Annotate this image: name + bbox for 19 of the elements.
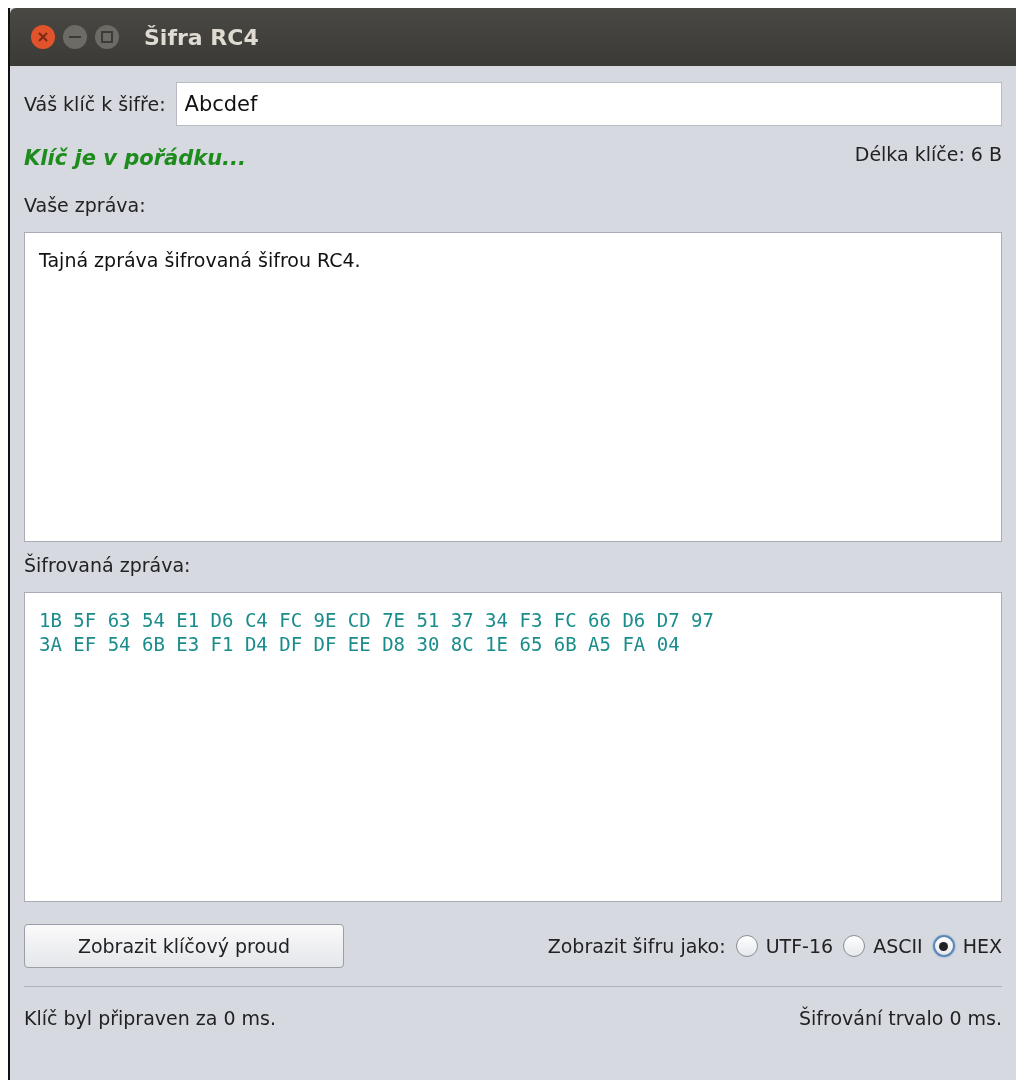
key-label: Váš klíč k šifře: [24,93,166,115]
show-keystream-button[interactable]: Zobrazit klíčový proud [24,924,344,968]
status-text: Klíč byl připraven za 0 ms. [24,1007,277,1029]
cipher-text-area[interactable]: 1B 5F 63 54 E1 D6 C4 FC 9E CD 7E 51 37 34 F3 FC 66 D6 D7 97 3A EF 54 6B E3 F1 D4 DF DF EE D8 30 8C 1E 65 6B A5 FA 04 [24,592,1002,902]
format-radio-option[interactable]: ASCII [843,935,923,957]
cipher-label: Šifrovaná zpráva: [24,554,192,576]
radio-button-icon[interactable] [932,935,955,957]
message-text-area[interactable]: Tajná zpráva šifrovaná šifrou RC4. [24,232,1002,542]
radio-button-icon[interactable] [735,935,758,957]
format-radio-option[interactable]: UTF-16 [735,935,834,957]
key-field[interactable]: Abcdef [175,82,1002,126]
window-title: Šifra RC4 [144,24,259,50]
key-status-text: Klíč je v pořádku... [24,146,247,170]
format-radio-option[interactable]: HEX [932,935,1002,957]
key-length-text: Délka klíče: 6 B [854,143,1002,165]
status-text: Šifrování trvalo 0 ms. [799,1007,1002,1029]
message-label: Vaše zpráva: [24,194,147,216]
radio-button-icon[interactable] [843,935,866,957]
display-as-label: Zobrazit šifru jako: [547,935,726,957]
